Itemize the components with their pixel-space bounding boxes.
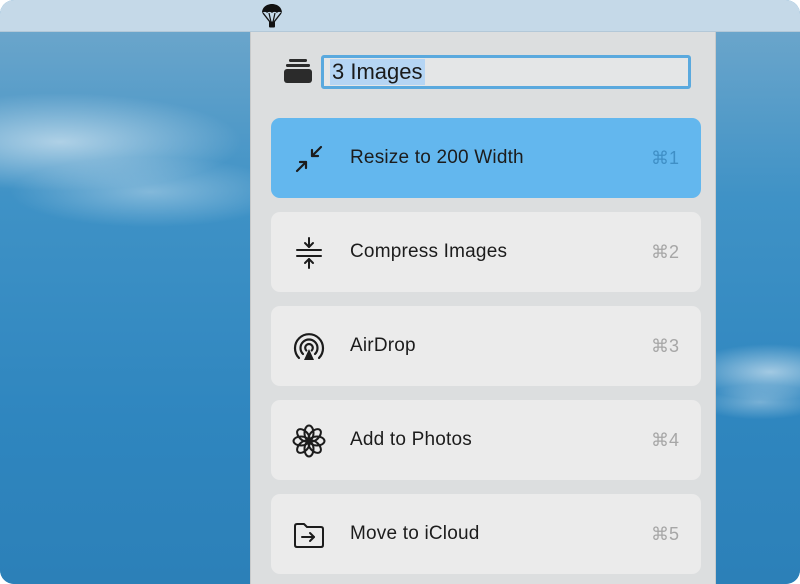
menu-bar [0,0,800,32]
action-list: Resize to 200 Width ⌘1 Compress Images ⌘… [271,118,701,584]
selection-name-text: 3 Images [330,59,425,85]
action-label: AirDrop [350,335,416,356]
action-add-to-photos[interactable]: Add to Photos ⌘4 [271,400,701,480]
shortcut-hint: ⌘1 [650,147,679,168]
action-label: Compress Images [350,241,508,262]
action-label: Resize to 200 Width [350,147,524,168]
folder-arrow-icon [291,517,327,553]
actions-panel: 3 Images Resize to 200 Width ⌘1 Compress… [250,32,716,584]
photos-flower-icon [291,423,327,459]
airdrop-icon [291,329,327,365]
panel-header: 3 Images [251,32,717,114]
selection-name-input[interactable]: 3 Images [321,55,691,89]
stack-tray-icon [283,56,313,86]
action-label: Add to Photos [350,429,472,450]
action-airdrop[interactable]: AirDrop ⌘3 [271,306,701,386]
action-move-to-icloud[interactable]: Move to iCloud ⌘5 [271,494,701,574]
shortcut-hint: ⌘5 [650,523,679,544]
action-label: Move to iCloud [350,523,480,544]
resize-arrows-icon [291,141,327,177]
parachute-icon[interactable] [258,2,286,30]
shortcut-hint: ⌘2 [650,241,679,262]
shortcut-hint: ⌘4 [650,429,679,450]
screen: 3 Images Resize to 200 Width ⌘1 Compress… [0,0,800,584]
compress-icon [291,235,327,271]
action-compress-images[interactable]: Compress Images ⌘2 [271,212,701,292]
action-resize-200-width[interactable]: Resize to 200 Width ⌘1 [271,118,701,198]
shortcut-hint: ⌘3 [650,335,679,356]
